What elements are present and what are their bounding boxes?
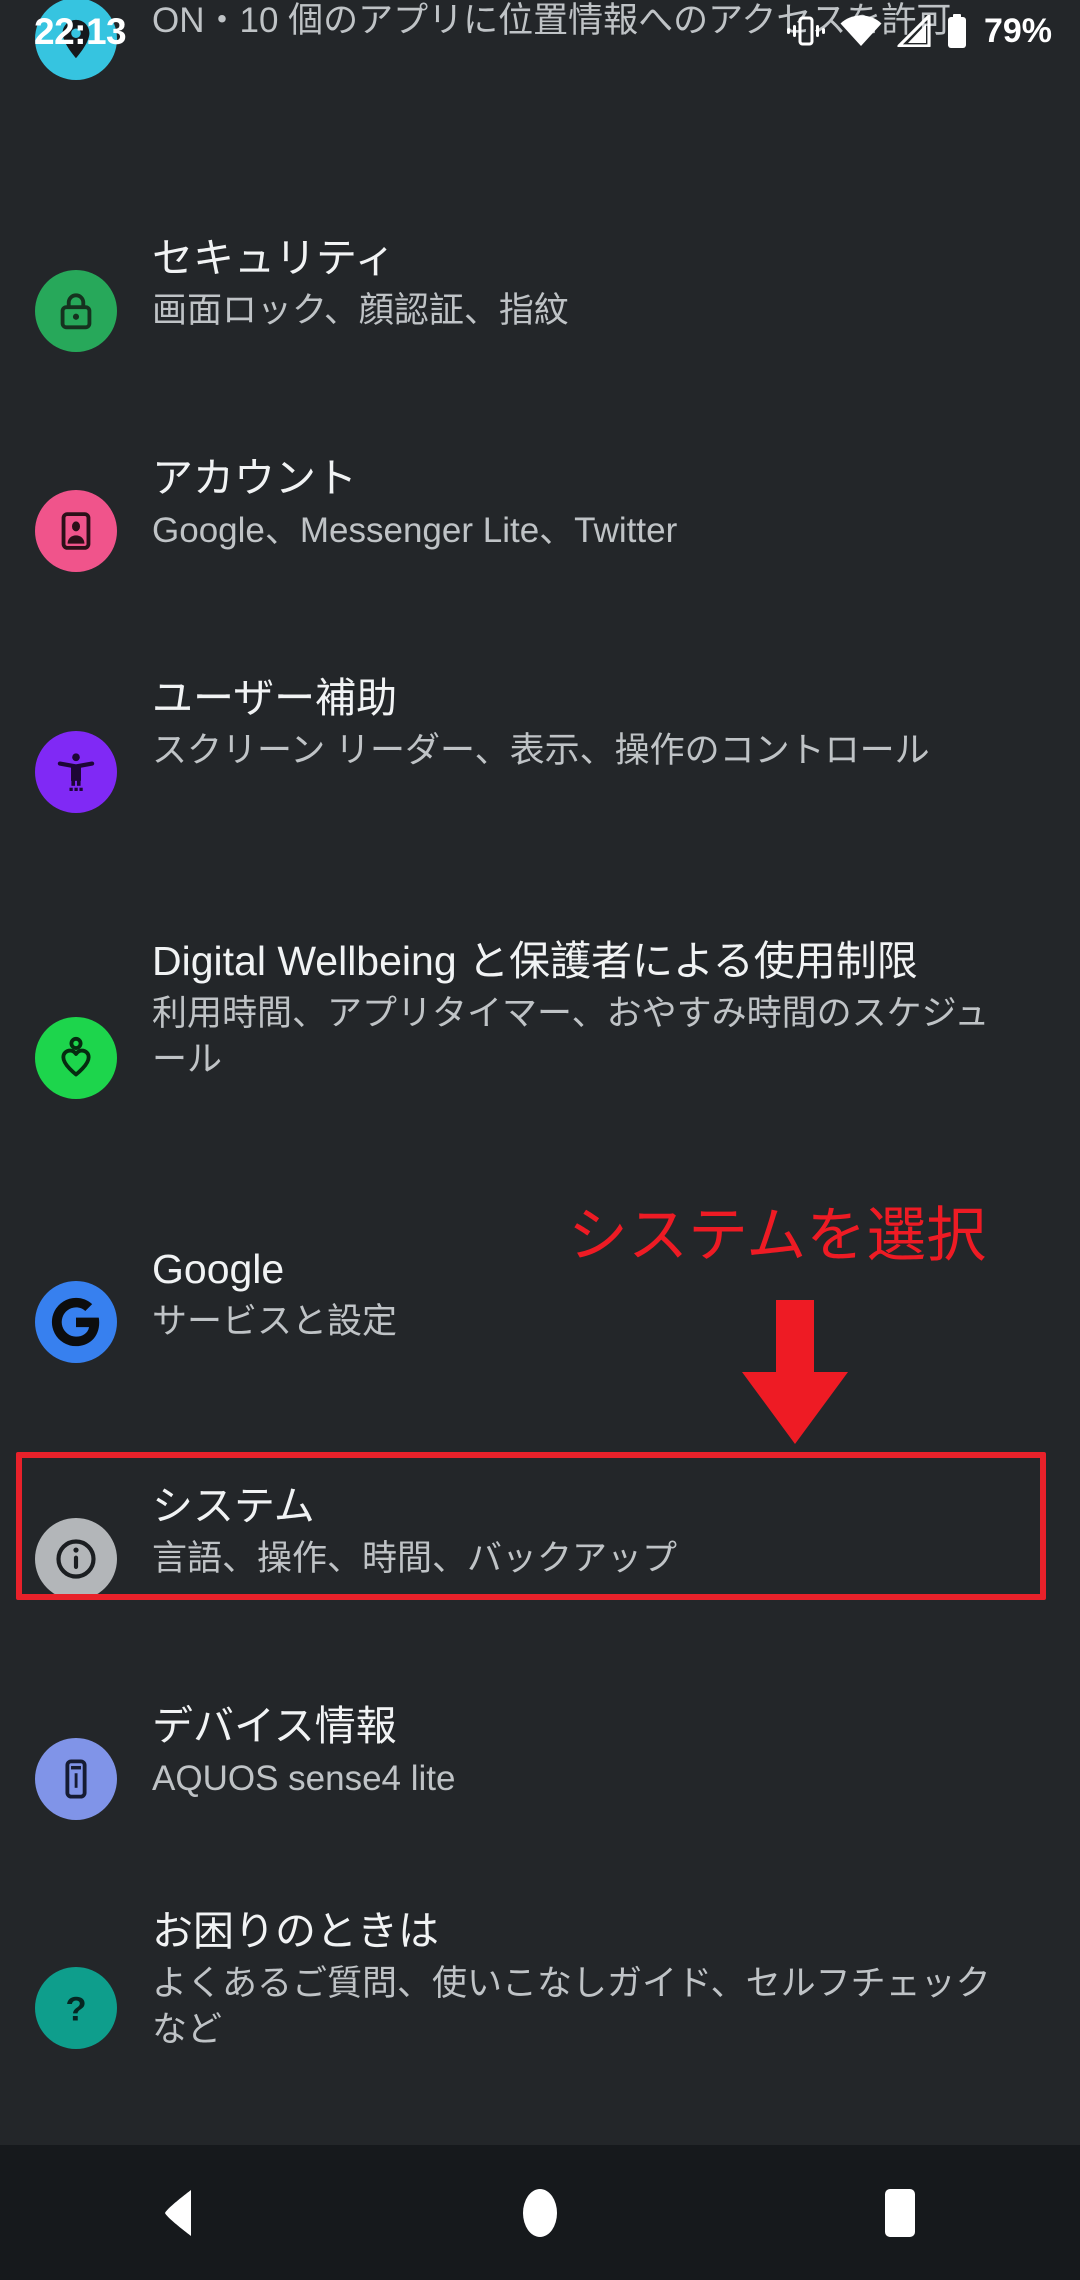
heart-person-icon bbox=[35, 1016, 117, 1099]
accessibility-icon bbox=[35, 731, 117, 813]
settings-row-subtitle: ON・10 個のアプリに位置情報へのアクセスを許可 bbox=[152, 1, 952, 40]
settings-row-subtitle: サービスと設定 bbox=[152, 1302, 398, 1342]
row-texts: セキュリティ 画面ロック、顔認証、指紋 bbox=[152, 232, 1034, 334]
phone-device-icon bbox=[35, 1738, 117, 1820]
question-mark-icon: ? bbox=[35, 1966, 117, 2049]
android-settings-screen: 22:13 79% ON・10 個のアプリに位置情報へのアクセスを許可 セキュリ… bbox=[0, 0, 1080, 2280]
settings-row-accessibility[interactable]: ユーザー補助 スクリーン リーダー、表示、操作のコントロール bbox=[0, 672, 1080, 872]
settings-row-accounts[interactable]: アカウント Google、Messenger Lite、Twitter bbox=[0, 452, 1080, 610]
settings-row-title: アカウント bbox=[152, 455, 357, 501]
row-icon-container bbox=[0, 270, 152, 352]
settings-row-subtitle: よくあるご質問、使いこなしガイド、セルフチェックなど bbox=[152, 1964, 991, 2049]
row-icon-container bbox=[0, 1016, 152, 1099]
annotation-label: システムを選択 bbox=[568, 1202, 987, 1269]
row-texts: システム 言語、操作、時間、バックアップ bbox=[152, 1480, 1034, 1582]
settings-row-subtitle: 画面ロック、顔認証、指紋 bbox=[152, 291, 569, 331]
settings-row-location[interactable]: ON・10 個のアプリに位置情報へのアクセスを許可 bbox=[0, 0, 1080, 140]
row-texts: アカウント Google、Messenger Lite、Twitter bbox=[152, 452, 1034, 554]
back-button[interactable] bbox=[80, 2145, 280, 2280]
row-icon-container bbox=[0, 1518, 152, 1600]
settings-row-digital-wellbeing[interactable]: Digital Wellbeing と保護者による使用制限 利用時間、アプリタイ… bbox=[0, 935, 1080, 1180]
row-icon-container bbox=[0, 731, 152, 813]
google-g-icon bbox=[35, 1281, 117, 1363]
settings-row-device-info[interactable]: デバイス情報 AQUOS sense4 lite bbox=[0, 1700, 1080, 1858]
row-texts: Digital Wellbeing と保護者による使用制限 利用時間、アプリタイ… bbox=[152, 935, 1034, 1082]
settings-row-system[interactable]: システム 言語、操作、時間、バックアップ bbox=[0, 1480, 1080, 1638]
row-texts: お困りのときは よくあるご質問、使いこなしガイド、セルフチェックなど bbox=[152, 1905, 1034, 2052]
row-icon-container bbox=[0, 1281, 152, 1363]
location-pin-icon bbox=[35, 0, 117, 80]
lock-icon bbox=[35, 270, 117, 352]
row-icon-container: ? bbox=[0, 1966, 152, 2049]
settings-row-help[interactable]: ? お困りのときは よくあるご質問、使いこなしガイド、セルフチェックなど bbox=[0, 1905, 1080, 2110]
home-button[interactable] bbox=[440, 2145, 640, 2280]
row-icon-container bbox=[0, 0, 152, 80]
settings-row-subtitle: Google、Messenger Lite、Twitter bbox=[152, 511, 678, 551]
settings-row-title: システム bbox=[152, 1483, 315, 1529]
settings-row-title: デバイス情報 bbox=[152, 1703, 397, 1749]
settings-row-security[interactable]: セキュリティ 画面ロック、顔認証、指紋 bbox=[0, 232, 1080, 390]
settings-row-subtitle: 言語、操作、時間、バックアップ bbox=[152, 1539, 678, 1579]
settings-row-title: Digital Wellbeing と保護者による使用制限 bbox=[152, 938, 918, 984]
settings-row-title: お困りのときは bbox=[152, 1908, 439, 1954]
settings-row-title: ユーザー補助 bbox=[152, 675, 398, 721]
svg-text:?: ? bbox=[65, 1990, 86, 2028]
row-icon-container bbox=[0, 490, 152, 572]
row-texts: デバイス情報 AQUOS sense4 lite bbox=[152, 1700, 1034, 1802]
row-texts: ON・10 個のアプリに位置情報へのアクセスを許可 bbox=[152, 0, 1034, 44]
recents-button[interactable] bbox=[800, 2145, 1000, 2280]
settings-row-title: セキュリティ bbox=[152, 235, 396, 281]
info-circle-icon bbox=[35, 1518, 117, 1600]
navigation-bar bbox=[0, 2145, 1080, 2280]
settings-row-subtitle: AQUOS sense4 lite bbox=[152, 1759, 456, 1799]
account-card-icon bbox=[35, 490, 117, 572]
settings-row-subtitle: 利用時間、アプリタイマー、おやすみ時間のスケジュール bbox=[152, 994, 990, 1079]
row-icon-container bbox=[0, 1738, 152, 1820]
down-arrow-icon bbox=[735, 1300, 855, 1450]
settings-row-subtitle: スクリーン リーダー、表示、操作のコントロール bbox=[152, 731, 930, 771]
row-texts: ユーザー補助 スクリーン リーダー、表示、操作のコントロール bbox=[152, 672, 1034, 774]
